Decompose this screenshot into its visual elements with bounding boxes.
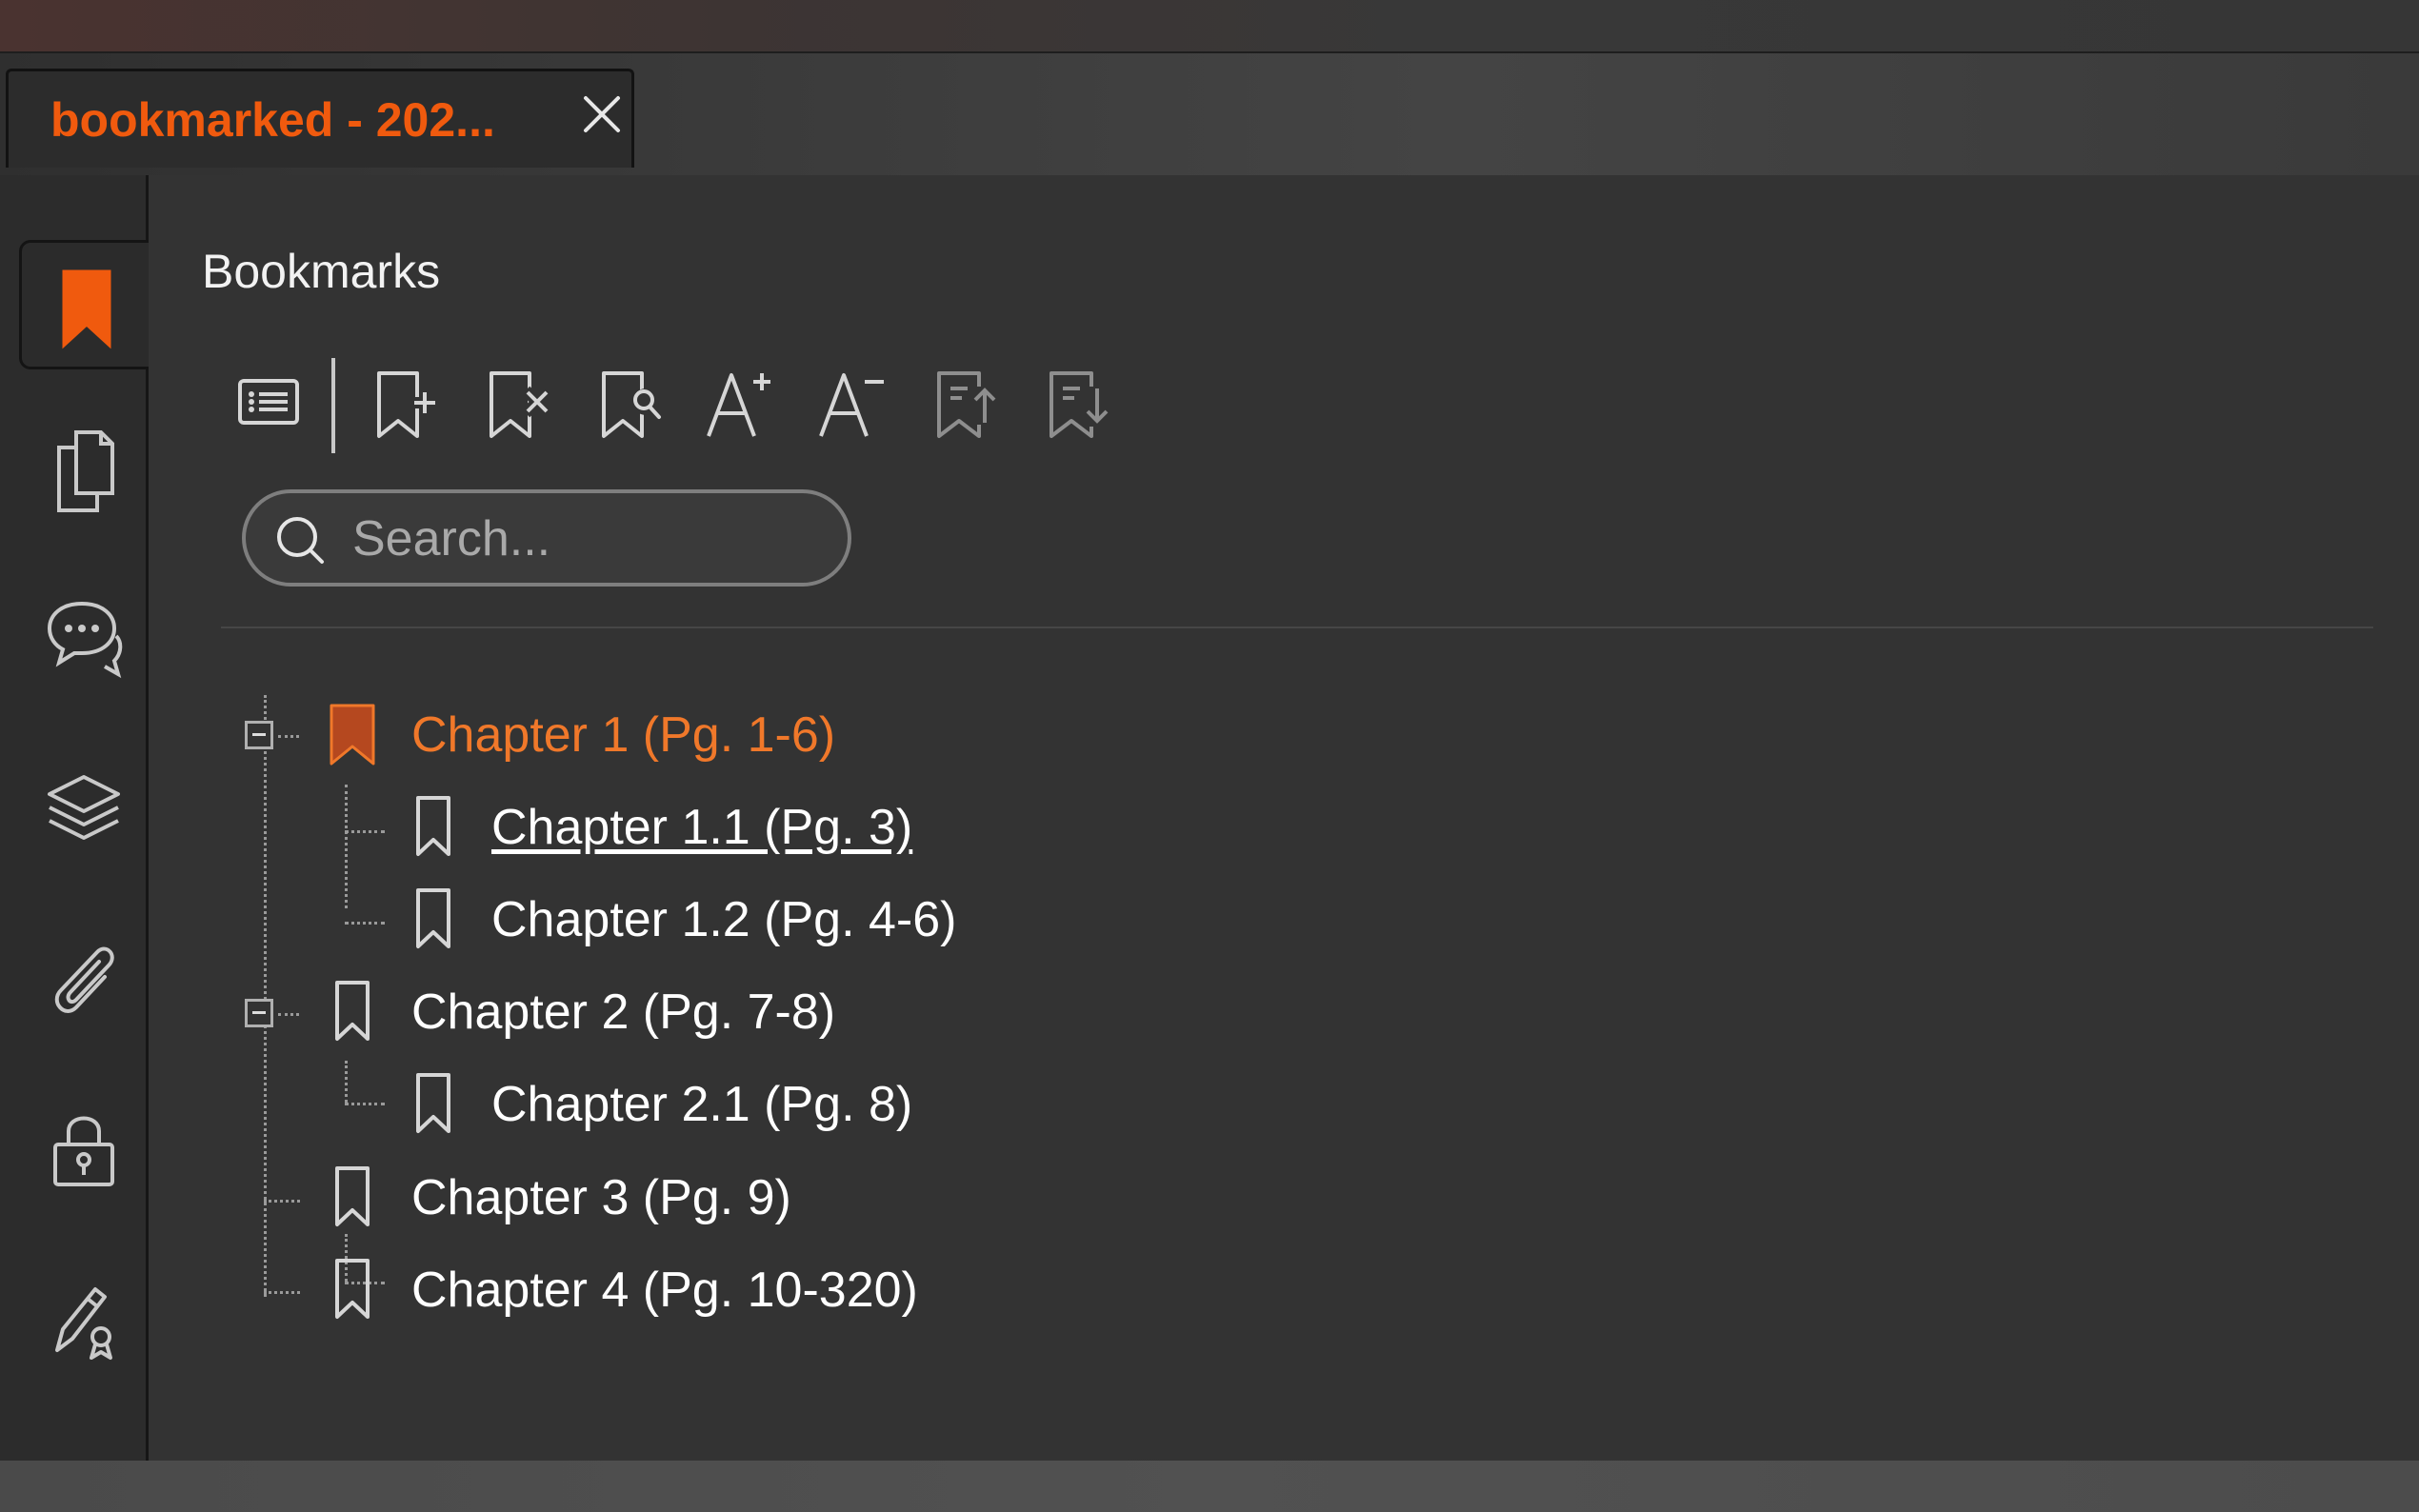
tree-connector [264,1200,300,1203]
bookmark-item[interactable]: Chapter 2.1 (Pg. 8) [491,1076,912,1133]
rail-attachments-button[interactable] [19,912,149,1042]
tree-connector [278,1013,299,1016]
bookmark-item[interactable]: Chapter 3 (Pg. 9) [411,1169,791,1226]
bookmark-icon [416,1073,450,1133]
collapse-toggle[interactable] [245,999,273,1027]
rail-bookmarks-button[interactable] [19,240,152,369]
bookmark-tree: Chapter 1 (Pg. 1-6) Chapter 1.1 (Pg. 3) … [149,175,1291,1461]
bookmark-icon [335,1259,370,1319]
comments-icon [47,601,123,679]
bookmark-item[interactable]: Chapter 1.2 (Pg. 4-6) [491,891,956,948]
layers-icon [48,775,120,840]
bookmark-item[interactable]: Chapter 1 (Pg. 1-6) [411,706,835,764]
close-icon[interactable] [580,92,624,136]
document-tab-title: bookmarked - 202... [50,93,495,147]
tree-connector [345,1061,348,1103]
rail-comments-button[interactable] [19,573,149,703]
pages-icon [57,430,114,512]
collapse-toggle[interactable] [245,721,273,749]
signature-icon [55,1287,112,1360]
bookmark-item[interactable]: Chapter 2 (Pg. 7-8) [411,984,835,1041]
tree-connector [278,735,299,738]
tree-connector [345,785,348,908]
bookmark-icon [62,269,111,349]
document-tab[interactable]: bookmarked - 202... [6,69,634,168]
bookmark-icon [335,1166,370,1226]
tree-connector [264,695,267,1297]
tree-connector [345,1103,385,1105]
rail-layers-button[interactable] [19,743,149,872]
bookmark-icon [330,704,375,766]
rail-signatures-button[interactable] [19,1253,149,1383]
lock-icon [53,1116,114,1186]
tree-connector [345,830,385,833]
tree-connector [345,922,385,925]
status-bar [0,1461,2419,1512]
rail-pages-button[interactable] [19,406,149,535]
bookmark-icon [416,796,450,856]
bookmark-icon [335,981,370,1041]
navigation-rail [0,175,152,1461]
bookmark-icon [416,888,450,948]
bookmarks-panel: Bookmarks Search... Chapter 1 (Pg. 1-6) … [149,175,2419,1461]
rail-security-button[interactable] [19,1082,149,1211]
attachment-icon [54,946,114,1013]
bookmark-item[interactable]: Chapter 4 (Pg. 10-320) [411,1262,918,1319]
title-bar [0,0,2419,53]
bookmark-item[interactable]: Chapter 1.1 (Pg. 3) [491,799,912,856]
tree-connector [264,1291,300,1294]
